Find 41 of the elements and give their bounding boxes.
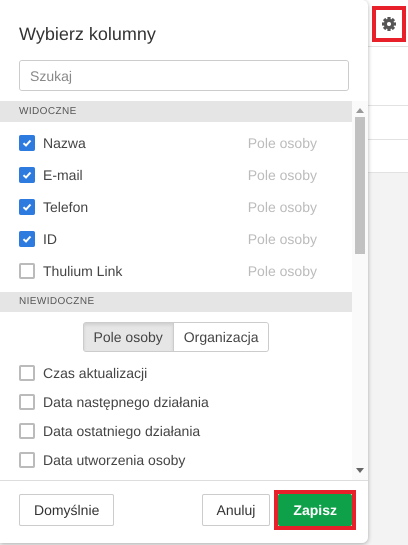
check-icon <box>22 139 32 147</box>
column-label: Telefon <box>43 199 88 215</box>
dialog-title: Wybierz kolumny <box>19 24 157 44</box>
field-type-label: Pole osoby <box>248 231 318 247</box>
checkbox[interactable] <box>19 452 35 468</box>
segment-tab[interactable]: Pole osoby <box>82 322 174 352</box>
check-icon <box>22 203 32 211</box>
field-type-label: Pole osoby <box>248 263 318 279</box>
checkbox[interactable] <box>19 167 35 183</box>
scroll-up-icon[interactable] <box>356 108 364 113</box>
scrollbar[interactable] <box>352 101 368 480</box>
column-label: E-mail <box>43 167 83 183</box>
column-label: ID <box>43 231 57 247</box>
column-label: Czas aktualizacji <box>43 364 148 380</box>
check-icon <box>22 235 32 243</box>
column-label: Thulium Link <box>43 263 122 279</box>
checkbox[interactable] <box>19 422 35 438</box>
checkbox[interactable] <box>19 263 35 279</box>
scroll-thumb[interactable] <box>355 117 365 254</box>
column-label: Data następnego działania <box>43 394 209 410</box>
settings-button[interactable] <box>372 6 406 42</box>
search-field[interactable]: Szukaj <box>19 60 349 91</box>
column-label: Data utworzenia osoby <box>43 452 186 468</box>
field-type-label: Pole osoby <box>248 167 318 183</box>
checkbox[interactable] <box>19 199 35 215</box>
section-heading: WIDOCZNE <box>0 101 352 122</box>
segment-tab[interactable]: Organizacja <box>174 322 270 352</box>
field-type-label: Pole osoby <box>248 135 318 151</box>
field-type-label: Pole osoby <box>248 199 318 215</box>
settings-icon <box>382 17 396 31</box>
checkbox[interactable] <box>19 231 35 247</box>
check-icon <box>22 171 32 179</box>
scroll-down-icon[interactable] <box>356 468 364 473</box>
column-label: Data ostatniego działania <box>43 422 200 438</box>
checkbox[interactable] <box>19 364 35 380</box>
action-button[interactable]: Domyślnie <box>19 494 114 526</box>
checkbox[interactable] <box>19 135 35 151</box>
column-label: Nazwa <box>43 135 86 151</box>
section-heading: NIEWIDOCZNE <box>0 292 352 312</box>
checkbox[interactable] <box>19 394 35 410</box>
action-button[interactable]: Anuluj <box>202 494 270 526</box>
